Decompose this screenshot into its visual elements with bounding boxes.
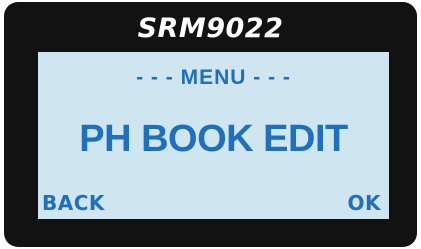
menu-item-label: PH BOOK EDIT [79,118,348,160]
back-softkey[interactable]: BACK [42,192,105,214]
radio-device-bezel: SRM9022 - - - MENU - - - PH BOOK EDIT BA… [4,2,417,247]
device-model-title: SRM9022 [137,13,284,44]
menu-header: - - - MENU - - - [136,66,291,89]
lcd-screen: - - - MENU - - - PH BOOK EDIT BACK OK [38,52,389,219]
ok-softkey[interactable]: OK [348,192,382,214]
